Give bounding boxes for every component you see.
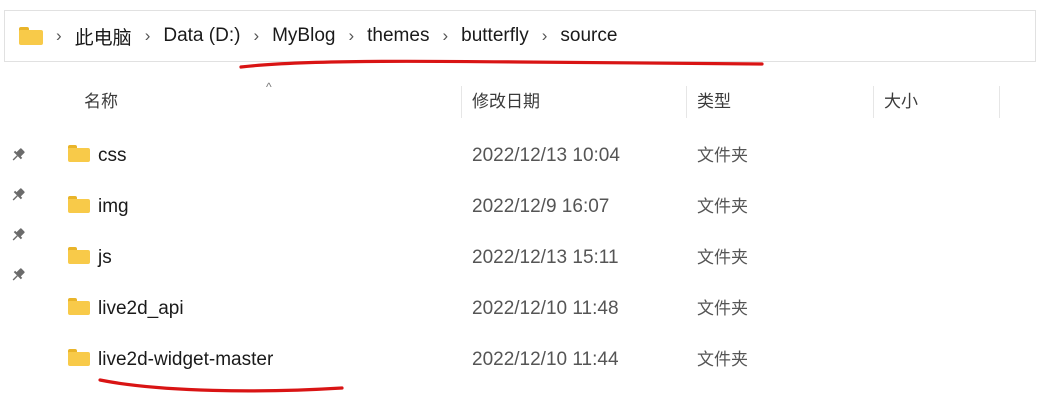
column-divider[interactable] — [873, 86, 874, 118]
sort-ascending-icon: ^ — [266, 80, 272, 94]
breadcrumb-separator[interactable]: › — [542, 26, 548, 46]
file-name: live2d-widget-master — [98, 349, 274, 370]
file-explorer-window: › 此电脑 › Data (D:) › MyBlog › themes › bu… — [0, 0, 1042, 403]
column-header-modified[interactable]: 修改日期 — [472, 80, 540, 124]
column-header-row: ^ 名称 修改日期 类型 大小 — [36, 80, 1042, 124]
file-modified-date: 2022/12/10 11:48 — [472, 298, 619, 319]
file-row-live2d-api[interactable]: live2d_api 2022/12/10 11:48 文件夹 — [36, 284, 1042, 334]
file-type: 文件夹 — [697, 350, 748, 369]
file-name: img — [98, 196, 129, 217]
address-bar[interactable]: › 此电脑 › Data (D:) › MyBlog › themes › bu… — [4, 10, 1036, 62]
breadcrumb-this-pc[interactable]: 此电脑 — [75, 23, 132, 50]
file-name: css — [98, 145, 127, 166]
file-name: js — [98, 247, 112, 268]
file-type: 文件夹 — [697, 146, 748, 165]
column-divider[interactable] — [461, 86, 462, 118]
folder-icon — [68, 298, 90, 315]
column-header-name[interactable]: 名称 — [84, 80, 118, 124]
breadcrumb-separator[interactable]: › — [56, 26, 62, 46]
file-modified-date: 2022/12/13 10:04 — [472, 145, 620, 166]
folder-icon — [68, 349, 90, 366]
pin-icon[interactable] — [9, 146, 27, 164]
breadcrumb-separator[interactable]: › — [442, 26, 448, 46]
breadcrumb-data-drive[interactable]: Data (D:) — [163, 25, 240, 47]
file-modified-date: 2022/12/13 15:11 — [472, 247, 619, 268]
file-row-js[interactable]: js 2022/12/13 15:11 文件夹 — [36, 233, 1042, 283]
file-modified-date: 2022/12/9 16:07 — [472, 196, 610, 217]
breadcrumb-themes[interactable]: themes — [367, 25, 429, 47]
breadcrumb-separator[interactable]: › — [253, 26, 259, 46]
file-modified-date: 2022/12/10 11:44 — [472, 349, 619, 370]
folder-icon — [68, 196, 90, 213]
navigation-pane — [0, 80, 36, 403]
breadcrumb-separator[interactable]: › — [348, 26, 354, 46]
file-type: 文件夹 — [697, 197, 748, 216]
file-name: live2d_api — [98, 298, 184, 319]
column-divider[interactable] — [999, 86, 1000, 118]
pin-icon[interactable] — [9, 266, 27, 284]
breadcrumb-source[interactable]: source — [560, 25, 617, 47]
file-row-live2d-widget-master[interactable]: live2d-widget-master 2022/12/10 11:44 文件… — [36, 335, 1042, 385]
breadcrumb-butterfly[interactable]: butterfly — [461, 25, 529, 47]
column-divider[interactable] — [686, 86, 687, 118]
file-type: 文件夹 — [697, 299, 748, 318]
breadcrumb-separator[interactable]: › — [145, 26, 151, 46]
file-row-css[interactable]: css 2022/12/13 10:04 文件夹 — [36, 131, 1042, 181]
pin-icon[interactable] — [9, 186, 27, 204]
folder-icon — [68, 145, 90, 162]
column-header-size[interactable]: 大小 — [884, 80, 918, 124]
folder-icon — [68, 247, 90, 264]
column-header-type[interactable]: 类型 — [697, 80, 731, 124]
pin-icon[interactable] — [9, 226, 27, 244]
file-type: 文件夹 — [697, 248, 748, 267]
folder-icon — [19, 27, 43, 45]
file-row-img[interactable]: img 2022/12/9 16:07 文件夹 — [36, 182, 1042, 232]
breadcrumb-myblog[interactable]: MyBlog — [272, 25, 335, 47]
